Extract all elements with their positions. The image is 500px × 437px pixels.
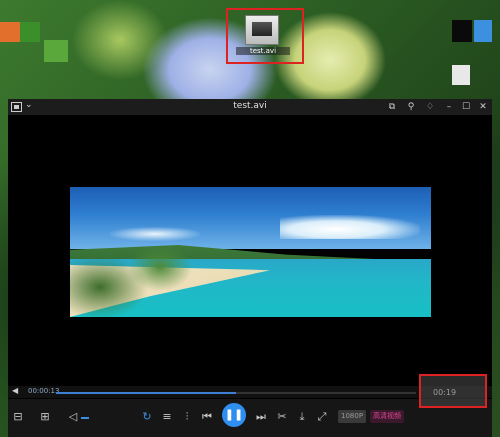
- quality-badge[interactable]: 1080P: [338, 410, 367, 423]
- wallpaper-block: [20, 22, 40, 42]
- equalizer-icon[interactable]: ⫶: [180, 410, 194, 424]
- desktop-file-icon[interactable]: test.avi: [226, 8, 304, 64]
- progress-track[interactable]: [56, 392, 416, 394]
- playlist-icon[interactable]: ≡: [160, 410, 174, 424]
- next-icon[interactable]: ⏭: [254, 410, 268, 424]
- back-icon[interactable]: ◀: [12, 386, 18, 395]
- progress-fill: [56, 392, 236, 394]
- fullscreen-icon[interactable]: ⤢: [315, 410, 329, 424]
- wallpaper-block: [474, 20, 492, 42]
- volume-icon[interactable]: ◁: [66, 410, 80, 424]
- video-clouds: [280, 215, 420, 239]
- folder-icon[interactable]: ⊞: [38, 410, 52, 424]
- previous-icon[interactable]: ⏮: [200, 410, 214, 424]
- video-frame: [70, 187, 431, 317]
- wallpaper-block: [452, 65, 470, 85]
- minimize-icon[interactable]: –: [442, 100, 456, 114]
- titlebar: ⌄ test.avi ⧉ ⚲ ♢ – ☐ ✕: [8, 99, 492, 115]
- duration-highlight: 00:19: [419, 374, 487, 408]
- screenshot-icon[interactable]: ⧉: [385, 100, 399, 114]
- video-file-icon: [245, 15, 279, 45]
- wallpaper-block: [452, 20, 472, 42]
- video-trees: [70, 247, 210, 317]
- maximize-icon[interactable]: ☐: [459, 100, 473, 114]
- current-time: 00:00:13: [28, 387, 60, 395]
- download-icon[interactable]: ⤓: [295, 410, 309, 424]
- duration-time: 00:19: [433, 388, 457, 397]
- hd-video-badge[interactable]: 高清视频: [370, 410, 404, 423]
- tray-icon[interactable]: ⊟: [11, 410, 25, 424]
- menu-icon[interactable]: ♢: [423, 100, 437, 114]
- desktop-file-label: test.avi: [236, 47, 290, 55]
- wallpaper-block: [44, 40, 68, 62]
- video-cloud-small: [110, 227, 200, 241]
- pin-icon[interactable]: ⚲: [404, 100, 418, 114]
- wallpaper-block: [0, 22, 20, 42]
- close-icon[interactable]: ✕: [476, 100, 490, 114]
- video-area[interactable]: [8, 115, 492, 385]
- window-title: test.avi: [233, 101, 267, 111]
- pause-button[interactable]: ❚❚: [222, 403, 246, 427]
- volume-slider[interactable]: [81, 417, 89, 419]
- cut-icon[interactable]: ✂: [275, 410, 289, 424]
- loop-icon[interactable]: ↻: [140, 410, 154, 424]
